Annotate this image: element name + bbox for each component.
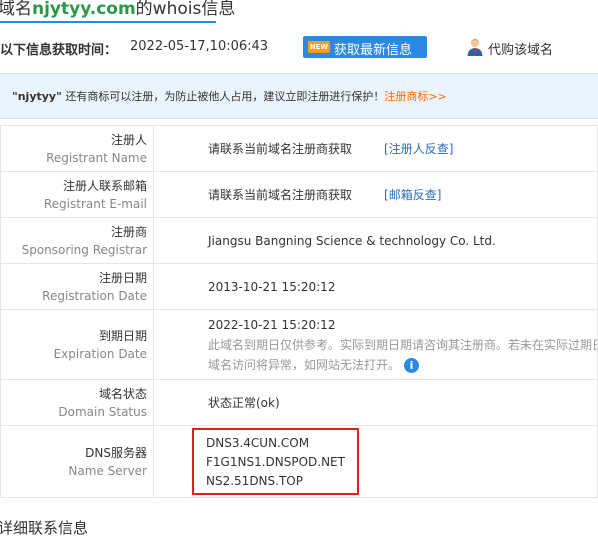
table-row-domain-status: 域名状态 Domain Status 状态正常(ok) xyxy=(0,379,598,426)
table-row-email: 注册人联系邮箱 Registrant E-mail 请联系当前域名注册商获取 [邮… xyxy=(0,171,598,218)
title-domain: njytyy.com xyxy=(32,0,136,19)
registration-date-value: 2013-10-21 15:20:12 xyxy=(208,279,336,294)
notice-domain: "njytyy" xyxy=(12,90,62,103)
name-server-1: DNS3.4CUN.COM xyxy=(206,436,310,450)
trademark-notice: "njytyy" 还有商标可以注册，为防止被他人占用，建议立即注册进行保护！注册… xyxy=(0,73,598,119)
label-cell: 注册商 Sponsoring Registrar xyxy=(0,217,154,264)
new-badge: NEW xyxy=(308,41,330,53)
expiration-note-line2: 域名访问将异常，如网站无法打开。 xyxy=(208,357,401,372)
email-value: 请联系当前域名注册商获取 xyxy=(208,188,353,202)
registrant-value: 请联系当前域名注册商获取 xyxy=(208,142,353,156)
fetch-latest-button[interactable]: NEW 获取最新信息 xyxy=(303,36,427,58)
buy-domain-label: 代购该域名 xyxy=(488,43,554,58)
name-server-highlight: DNS3.4CUN.COM F1G1NS1.DNSPOD.NET NS2.51D… xyxy=(192,428,359,495)
label-en: Expiration Date xyxy=(53,346,147,361)
label-cn: 注册人联系邮箱 xyxy=(62,178,147,193)
whois-table: 注册人 Registrant Name 请联系当前域名注册商获取 [注册人反查] … xyxy=(0,125,598,498)
email-reverse-link[interactable]: [邮箱反查] xyxy=(384,188,441,202)
fetch-time-label: 以下信息获取时间： xyxy=(0,43,118,58)
label-en: Registration Date xyxy=(42,288,147,303)
title-prefix: 域名 xyxy=(0,0,32,19)
name-server-3: NS2.51DNS.TOP xyxy=(206,474,303,488)
label-cell: DNS服务器 Name Server xyxy=(0,425,154,498)
label-en: Registrant E-mail xyxy=(43,196,147,211)
table-row-registrant: 注册人 Registrant Name 请联系当前域名注册商获取 [注册人反查] xyxy=(0,125,598,172)
page-title: 域名njytyy.com的whois信息 xyxy=(0,0,598,23)
register-trademark-link[interactable]: 注册商标>> xyxy=(384,90,446,103)
fetch-latest-label: 获取最新信息 xyxy=(334,43,413,58)
registrar-value: Jiangsu Bangning Science & technology Co… xyxy=(208,233,496,248)
label-cn: 注册日期 xyxy=(98,270,147,285)
title-underline xyxy=(0,21,216,23)
label-cn: 注册商 xyxy=(110,224,147,239)
expiration-date-value: 2022-10-21 15:20:12 xyxy=(208,317,336,332)
value-cell: 2013-10-21 15:20:12 xyxy=(153,263,598,310)
label-cn: 注册人 xyxy=(110,132,147,147)
label-en: Name Server xyxy=(68,463,147,478)
value-cell: Jiangsu Bangning Science & technology Co… xyxy=(153,217,598,264)
title-suffix: 的whois信息 xyxy=(135,0,236,19)
domain-status-value: 状态正常(ok) xyxy=(208,396,280,410)
label-cell: 到期日期 Expiration Date xyxy=(0,309,154,380)
table-row-registrar: 注册商 Sponsoring Registrar Jiangsu Bangnin… xyxy=(0,217,598,264)
value-cell: 状态正常(ok) xyxy=(153,379,598,426)
name-server-2: F1G1NS1.DNSPOD.NET xyxy=(206,455,345,469)
registrant-reverse-link[interactable]: [注册人反查] xyxy=(384,142,453,156)
table-row-registration-date: 注册日期 Registration Date 2013-10-21 15:20:… xyxy=(0,263,598,310)
info-icon[interactable]: i xyxy=(404,357,420,373)
label-cell: 注册日期 Registration Date xyxy=(0,263,154,310)
person-icon xyxy=(466,37,484,57)
expiration-note-line1: 此域名到期日仅供参考。实际到期日期请咨询其注册商。若未在实际过期日 xyxy=(208,337,598,352)
value-cell: 2022-10-21 15:20:12 此域名到期日仅供参考。实际到期日期请咨询… xyxy=(153,309,598,380)
fetch-info-row: 以下信息获取时间： 2022-05-17,10:06:43 NEW 获取最新信息… xyxy=(0,33,598,61)
notice-text: 还有商标可以注册，为防止被他人占用，建议立即注册进行保护！ xyxy=(61,90,385,103)
value-cell: DNS3.4CUN.COM F1G1NS1.DNSPOD.NET NS2.51D… xyxy=(153,425,598,498)
fetch-time-value: 2022-05-17,10:06:43 xyxy=(130,39,269,54)
label-en: Sponsoring Registrar xyxy=(21,242,147,257)
value-cell: 请联系当前域名注册商获取 [邮箱反查] xyxy=(153,171,598,218)
label-en: Domain Status xyxy=(58,404,147,419)
label-cell: 域名状态 Domain Status xyxy=(0,379,154,426)
label-cell: 注册人 Registrant Name xyxy=(0,125,154,172)
label-cn: 域名状态 xyxy=(98,386,147,401)
contact-section-title: 详细联系信息 xyxy=(0,519,89,537)
label-en: Registrant Name xyxy=(46,150,147,165)
label-cell: 注册人联系邮箱 Registrant E-mail xyxy=(0,171,154,218)
label-cn: DNS服务器 xyxy=(85,445,147,460)
table-row-name-server: DNS服务器 Name Server DNS3.4CUN.COM F1G1NS1… xyxy=(0,425,598,498)
value-cell: 请联系当前域名注册商获取 [注册人反查] xyxy=(153,125,598,172)
table-row-expiration-date: 到期日期 Expiration Date 2022-10-21 15:20:12… xyxy=(0,309,598,380)
label-cn: 到期日期 xyxy=(98,328,147,343)
